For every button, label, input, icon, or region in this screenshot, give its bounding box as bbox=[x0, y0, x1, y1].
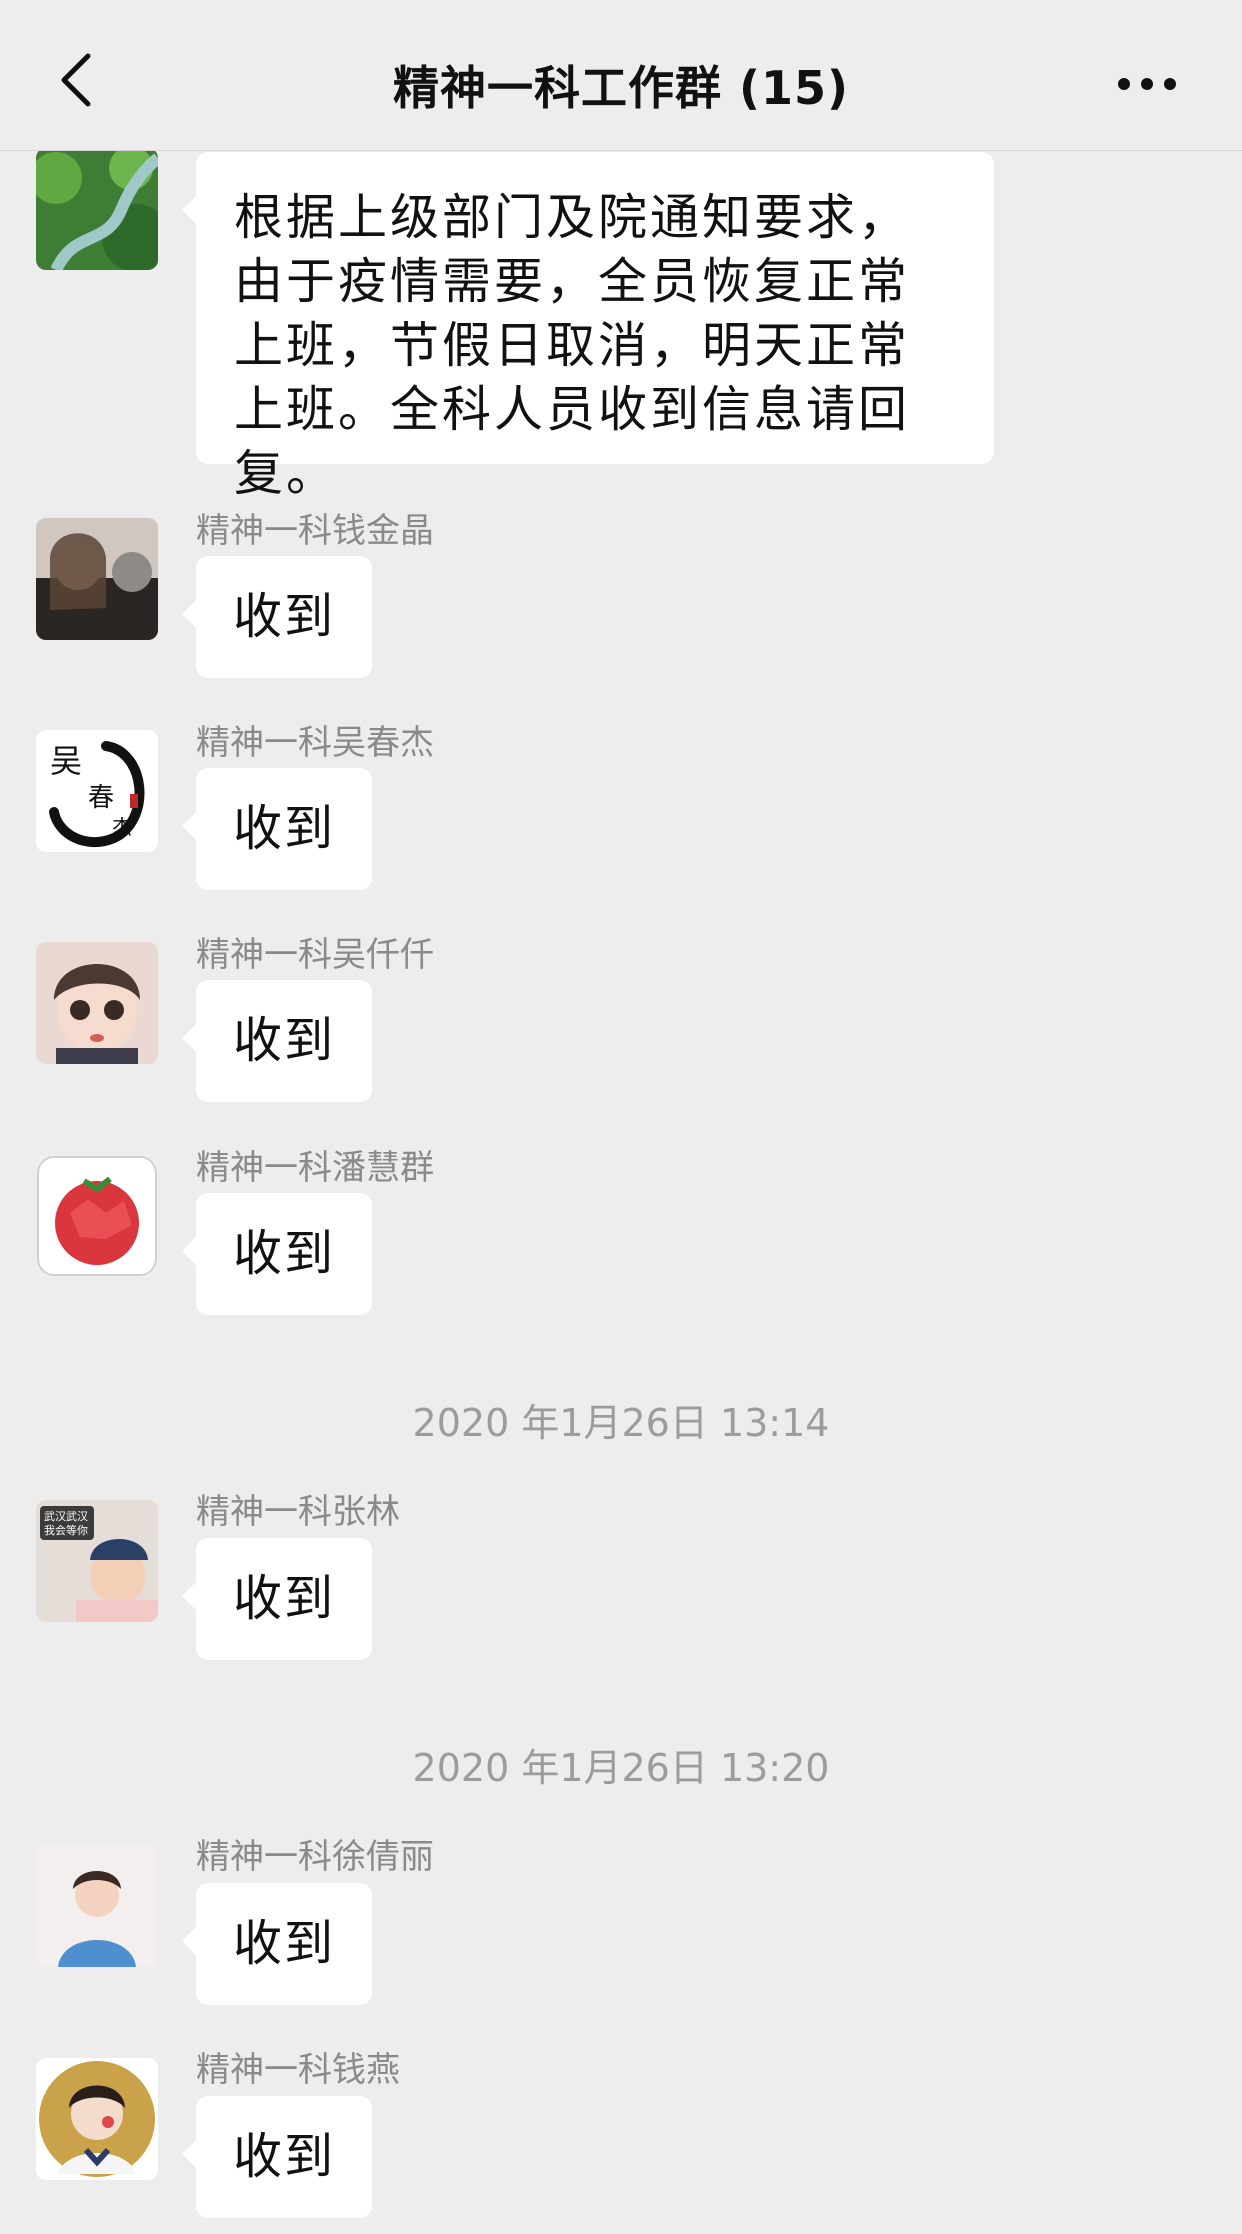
svg-text:杰: 杰 bbox=[112, 815, 132, 839]
avatar-wu-chunjie[interactable]: 吴 春 杰 bbox=[36, 730, 158, 852]
avatar-qian-jinjing[interactable] bbox=[36, 518, 158, 640]
avatar-xu-qianli[interactable] bbox=[36, 1845, 158, 1967]
sender-name: 精神一科吴仟仟 bbox=[196, 935, 434, 975]
more-dots-icon[interactable] bbox=[1112, 66, 1182, 96]
sender-name: 精神一科徐倩丽 bbox=[196, 1837, 434, 1877]
message-bubble[interactable]: 收到 bbox=[182, 1538, 372, 1660]
avatar-badge-line1: 武汉武汉 bbox=[44, 1510, 88, 1523]
timestamp: 2020 年1月26日 13:20 bbox=[412, 1746, 830, 1790]
sender-name: 精神一科潘慧群 bbox=[196, 1148, 434, 1188]
message-bubble[interactable]: 收到 bbox=[182, 2096, 372, 2218]
sender-name: 精神一科张林 bbox=[196, 1492, 400, 1532]
sender-name: 精神一科钱金晶 bbox=[196, 511, 434, 551]
avatar-badge-line2: 我会等你 bbox=[44, 1523, 88, 1537]
sender-name: 精神一科吴春杰 bbox=[196, 723, 434, 763]
avatar-wu-qianqian[interactable] bbox=[36, 942, 158, 1064]
message-bubble[interactable]: 收到 bbox=[182, 556, 372, 678]
message-bubble[interactable]: 收到 bbox=[182, 980, 372, 1102]
chat-title: 精神一科工作群 (15) bbox=[392, 61, 850, 115]
svg-text:春: 春 bbox=[88, 783, 114, 813]
chat-message-list: 根据上级部门及院通知要求，由于疫情需要，全员恢复正常上班，节假日取消，明天正常上… bbox=[0, 0, 1242, 2234]
avatar-sender-announcement[interactable] bbox=[36, 148, 158, 270]
svg-text:吴: 吴 bbox=[50, 742, 82, 780]
avatar-qian-yan[interactable] bbox=[36, 2058, 158, 2180]
sender-name: 精神一科钱燕 bbox=[196, 2050, 400, 2090]
message-bubble[interactable]: 收到 bbox=[182, 1193, 372, 1315]
avatar-zhang-lin[interactable]: 武汉武汉 我会等你 bbox=[36, 1500, 158, 1622]
timestamp: 2020 年1月26日 13:14 bbox=[412, 1401, 830, 1445]
message-bubble[interactable]: 收到 bbox=[182, 1883, 372, 2005]
top-navigation-bar: 精神一科工作群 (15) bbox=[0, 0, 1242, 151]
message-bubble[interactable]: 收到 bbox=[182, 768, 372, 890]
announcement-bubble[interactable]: 根据上级部门及院通知要求，由于疫情需要，全员恢复正常上班，节假日取消，明天正常上… bbox=[182, 152, 994, 502]
avatar-pan-huiqun[interactable] bbox=[36, 1155, 158, 1277]
